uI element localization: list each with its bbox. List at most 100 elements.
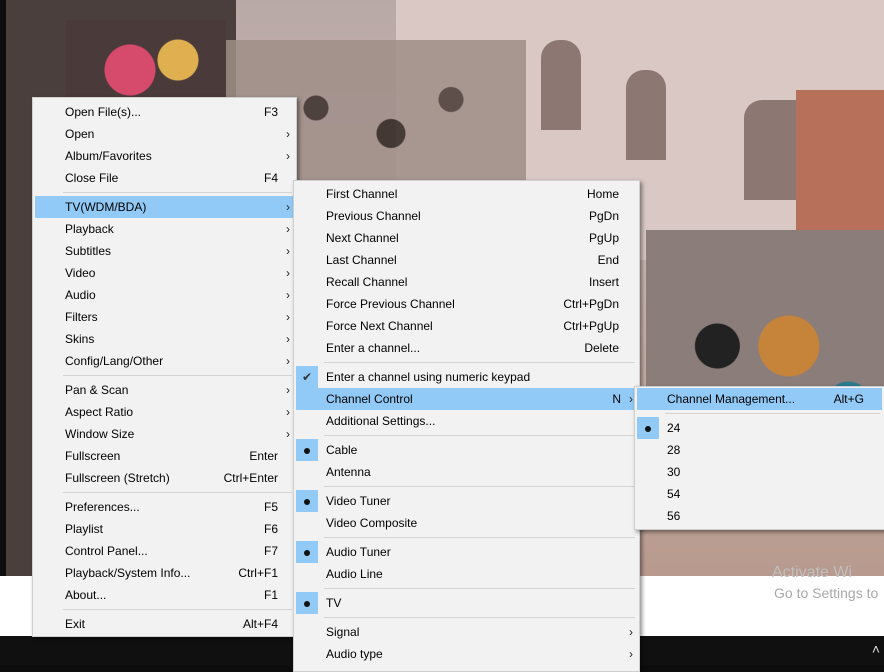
menu-item-preferences[interactable]: Preferences... F5	[35, 496, 294, 518]
menu-separator	[63, 375, 292, 376]
menu-item-antenna[interactable]: Antenna	[296, 461, 637, 483]
menu-item-label: Filters	[65, 310, 98, 324]
menu-item-label: 54	[667, 487, 681, 501]
menu-item-24[interactable]: 24	[637, 417, 882, 439]
menu-item-label: Control Panel...	[65, 544, 148, 558]
menu-item-label: Exit	[65, 617, 86, 631]
menu-item-fullscreen[interactable]: Fullscreen Enter	[35, 445, 294, 467]
menu-item-last-channel[interactable]: Last Channel End	[296, 249, 637, 271]
main-context-menu: Open File(s)... F3 Open › Album/Favorites › Cl…	[32, 97, 297, 637]
menu-item-shortcut: F5	[263, 500, 278, 514]
menu-item-54[interactable]: 54	[637, 483, 882, 505]
menu-item-label: Additional Settings...	[326, 414, 436, 428]
menu-item-recall-channel[interactable]: Recall Channel Insert	[296, 271, 637, 293]
radio-dot-icon	[637, 417, 659, 439]
chevron-right-icon: ›	[286, 200, 290, 214]
menu-item-playback-system-info[interactable]: Playback/System Info... Ctrl+F1	[35, 562, 294, 584]
menu-item-skins[interactable]: Skins ›	[35, 328, 294, 350]
menu-item-label: Pan & Scan	[65, 383, 129, 397]
menu-item-channel-management[interactable]: Channel Management... Alt+G	[637, 388, 882, 410]
menu-item-force-previous-channel[interactable]: Force Previous Channel Ctrl+PgDn	[296, 293, 637, 315]
menu-item-open[interactable]: Open ›	[35, 123, 294, 145]
chevron-up-icon[interactable]: ˄	[872, 641, 880, 657]
radio-dot-icon	[296, 439, 318, 461]
menu-item-label: TV	[326, 596, 342, 610]
menu-item-label: Audio type	[326, 647, 383, 661]
menu-item-force-next-channel[interactable]: Force Next Channel Ctrl+PgUp	[296, 315, 637, 337]
menu-item-label: Subtitles	[65, 244, 112, 258]
menu-item-enter-a-channel-using-numeric-keypad[interactable]: ✔ Enter a channel using numeric keypad	[296, 366, 637, 388]
chevron-right-icon: ›	[286, 127, 290, 141]
menu-item-signal[interactable]: Signal ›	[296, 621, 637, 643]
menu-item-label: Fullscreen	[65, 449, 121, 463]
video-window	[626, 70, 666, 160]
menu-item-label: Last Channel	[326, 253, 397, 267]
menu-item-about[interactable]: About... F1	[35, 584, 294, 606]
menu-item-shortcut: Home	[586, 187, 619, 201]
tv-submenu: First Channel Home Previous Channel PgDn Nex…	[293, 180, 640, 672]
menu-item-label: 28	[667, 443, 681, 457]
menu-item-shortcut: F7	[263, 544, 278, 558]
menu-item-shortcut: Alt+F4	[242, 617, 278, 631]
menu-separator	[324, 362, 635, 363]
menu-item-30[interactable]: 30	[637, 461, 882, 483]
menu-item-control-panel[interactable]: Control Panel... F7	[35, 540, 294, 562]
menu-item-label: Close File	[65, 171, 119, 185]
menu-item-config-lang-other[interactable]: Config/Lang/Other ›	[35, 350, 294, 372]
menu-item-label: Video Tuner	[326, 494, 391, 508]
menu-item-label: Skins	[65, 332, 95, 346]
menu-item-video[interactable]: Video ›	[35, 262, 294, 284]
menu-item-close-file[interactable]: Close File F4	[35, 167, 294, 189]
menu-item-label: Album/Favorites	[65, 149, 152, 163]
menu-item-label: Signal	[326, 625, 360, 639]
menu-item-shortcut: Ctrl+PgDn	[563, 297, 619, 311]
chevron-right-icon: ›	[286, 288, 290, 302]
menu-item-label: Enter a channel using numeric keypad	[326, 370, 531, 384]
chevron-right-icon: ›	[629, 625, 633, 639]
menu-item-channel-control[interactable]: Channel Control N ›	[296, 388, 637, 410]
menu-item-shortcut: Ctrl+PgUp	[563, 319, 619, 333]
menu-item-subtitles[interactable]: Subtitles ›	[35, 240, 294, 262]
menu-item-audio[interactable]: Audio ›	[35, 284, 294, 306]
menu-item-label: First Channel	[326, 187, 398, 201]
menu-item-label: Enter a channel...	[326, 341, 421, 355]
menu-item-next-channel[interactable]: Next Channel PgUp	[296, 227, 637, 249]
menu-item-enter-a-channel[interactable]: Enter a channel... Delete	[296, 337, 637, 359]
menu-separator	[324, 435, 635, 436]
menu-item-pan-scan[interactable]: Pan & Scan ›	[35, 379, 294, 401]
menu-item-label: Channel Control	[326, 392, 413, 406]
menu-item-label: Fullscreen (Stretch)	[65, 471, 170, 485]
menu-item-open-file-s[interactable]: Open File(s)... F3	[35, 101, 294, 123]
menu-separator	[63, 609, 292, 610]
menu-item-label: 24	[667, 421, 681, 435]
menu-item-tv[interactable]: TV	[296, 592, 637, 614]
menu-item-playback[interactable]: Playback ›	[35, 218, 294, 240]
menu-item-video-tuner[interactable]: Video Tuner	[296, 490, 637, 512]
chevron-right-icon: ›	[286, 332, 290, 346]
menu-item-28[interactable]: 28	[637, 439, 882, 461]
menu-item-previous-channel[interactable]: Previous Channel PgDn	[296, 205, 637, 227]
menu-item-video-composite[interactable]: Video Composite	[296, 512, 637, 534]
menu-item-label: Recall Channel	[326, 275, 408, 289]
menu-item-shortcut: Ctrl+F1	[238, 566, 278, 580]
menu-item-cable[interactable]: Cable	[296, 439, 637, 461]
menu-item-fullscreen-stretch[interactable]: Fullscreen (Stretch) Ctrl+Enter	[35, 467, 294, 489]
menu-item-additional-settings[interactable]: Additional Settings...	[296, 410, 637, 432]
menu-item-first-channel[interactable]: First Channel Home	[296, 183, 637, 205]
menu-item-audio-tuner[interactable]: Audio Tuner	[296, 541, 637, 563]
menu-item-56[interactable]: 56	[637, 505, 882, 527]
menu-item-album-favorites[interactable]: Album/Favorites ›	[35, 145, 294, 167]
menu-item-playlist[interactable]: Playlist F6	[35, 518, 294, 540]
menu-item-filters[interactable]: Filters ›	[35, 306, 294, 328]
menu-item-audio-line[interactable]: Audio Line	[296, 563, 637, 585]
menu-item-tv-wdm-bda[interactable]: TV(WDM/BDA) ›	[35, 196, 294, 218]
menu-item-shortcut: F6	[263, 522, 278, 536]
menu-item-aspect-ratio[interactable]: Aspect Ratio ›	[35, 401, 294, 423]
menu-item-window-size[interactable]: Window Size ›	[35, 423, 294, 445]
menu-item-exit[interactable]: Exit Alt+F4	[35, 613, 294, 635]
chevron-right-icon: ›	[286, 405, 290, 419]
menu-item-label: 30	[667, 465, 681, 479]
chevron-right-icon: ›	[286, 222, 290, 236]
menu-item-audio-type[interactable]: Audio type ›	[296, 643, 637, 665]
menu-item-label: Config/Lang/Other	[65, 354, 164, 368]
